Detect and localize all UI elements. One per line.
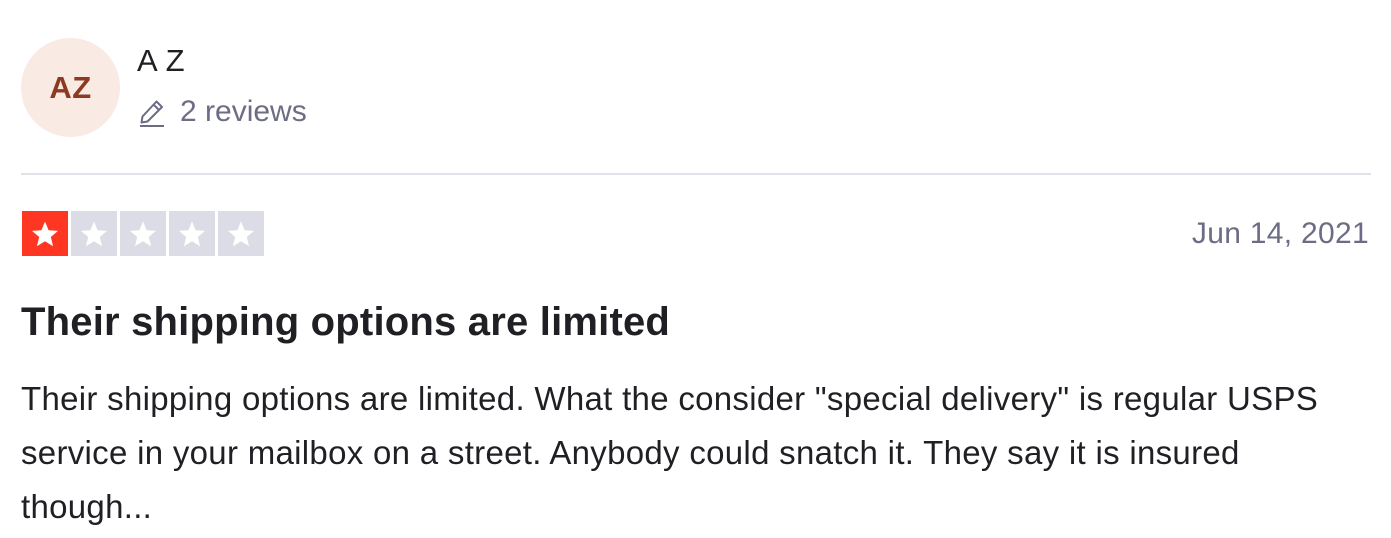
avatar-initials: AZ — [49, 69, 92, 105]
consumer-info[interactable]: AZ A Z 2 reviews — [21, 38, 307, 137]
star-rating — [22, 211, 264, 256]
consumer-details: A Z 2 reviews — [137, 38, 307, 129]
avatar[interactable]: AZ — [21, 38, 120, 137]
star-empty — [218, 211, 264, 256]
review-title[interactable]: Their shipping options are limited — [21, 298, 670, 346]
star-icon — [81, 221, 107, 246]
star-empty — [169, 211, 215, 256]
star-icon — [130, 221, 156, 246]
star-icon — [179, 221, 205, 246]
review-count-label: 2 reviews — [180, 95, 307, 128]
divider — [21, 173, 1371, 175]
star-icon — [228, 221, 254, 246]
consumer-name[interactable]: A Z — [137, 43, 307, 79]
review-date: Jun 14, 2021 — [1191, 217, 1369, 250]
review-text: Their shipping options are limited. What… — [21, 380, 1319, 525]
star-icon — [32, 221, 58, 246]
consumer-review-count: 2 reviews — [137, 95, 307, 129]
star-filled — [22, 211, 68, 256]
star-empty — [120, 211, 166, 256]
pencil-icon — [137, 97, 167, 127]
review-card: AZ A Z 2 reviews Jun 14, 2021 Their ship… — [0, 0, 1391, 538]
star-empty — [71, 211, 117, 256]
